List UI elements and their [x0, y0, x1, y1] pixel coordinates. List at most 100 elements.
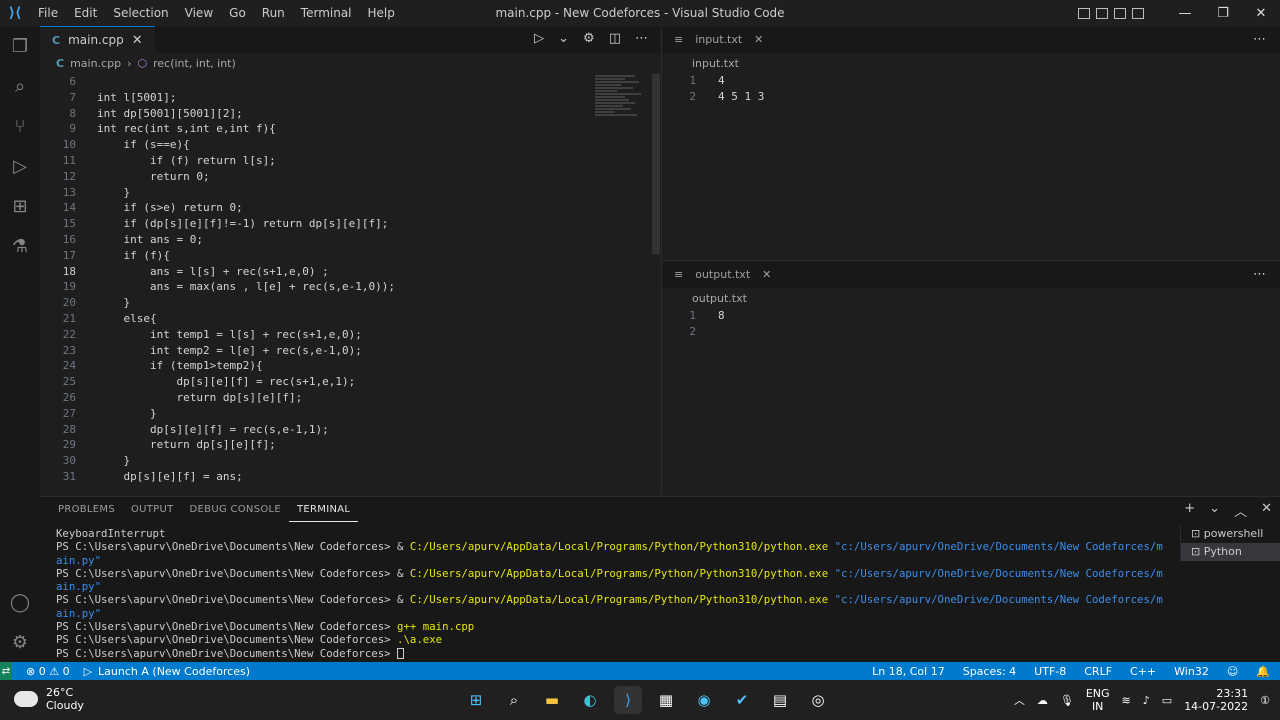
terminal-command: g++ main.cpp	[397, 620, 475, 634]
terminal-dropdown-icon[interactable]: ⌄	[1209, 501, 1220, 520]
input-language[interactable]: ENG IN	[1086, 687, 1110, 713]
close-window-icon[interactable]: ✕	[1242, 6, 1280, 21]
more-actions-icon[interactable]: ⋯	[1253, 32, 1266, 47]
breadcrumb-symbol[interactable]: rec(int, int, int)	[153, 57, 236, 70]
breadcrumb-file[interactable]: input.txt	[692, 57, 739, 70]
breadcrumb-file[interactable]: output.txt	[692, 292, 747, 305]
cursor-position[interactable]: Ln 18, Col 17	[872, 665, 945, 678]
windows-start-icon[interactable]: ⊞	[462, 686, 490, 714]
manage-gear-icon[interactable]: ⚙	[0, 622, 40, 662]
chrome-icon[interactable]: ◉	[690, 686, 718, 714]
close-panel-icon[interactable]: ✕	[1261, 501, 1272, 520]
notepad-icon[interactable]: ▤	[766, 686, 794, 714]
code-editor[interactable]: 6 7 int l[5001]; 8 int dp[5001][5001][2]; 9 in…	[40, 74, 596, 494]
end-of-line[interactable]: CRLF	[1084, 665, 1112, 678]
clock[interactable]: 23:31 14-07-2022	[1184, 687, 1248, 713]
terminal-output[interactable]: KeyboardInterrupt PS C:\Users\apurv\OneD…	[56, 527, 1166, 659]
menu-file[interactable]: File	[30, 6, 66, 20]
settings-gear-icon[interactable]: ⚙	[583, 31, 595, 46]
run-debug-icon[interactable]: ▷	[0, 146, 40, 186]
encoding[interactable]: UTF-8	[1034, 665, 1066, 678]
code-line: 28 dp[s][e][f] = rec(s,e-1,1);	[40, 422, 596, 438]
input-text-area[interactable]: 1424 5 1 3	[662, 73, 1280, 105]
search-icon[interactable]: ⌕	[0, 66, 40, 106]
split-editor-icon[interactable]: ◫	[609, 31, 621, 46]
indentation[interactable]: Spaces: 4	[963, 665, 1016, 678]
wifi-icon[interactable]: ≋	[1122, 694, 1131, 707]
obs-icon[interactable]: ◎	[804, 686, 832, 714]
tab-problems[interactable]: PROBLEMS	[50, 497, 123, 522]
battery-icon[interactable]: ▭	[1162, 694, 1172, 707]
breadcrumb-file[interactable]: main.cpp	[70, 57, 121, 70]
weather-widget[interactable]: 26°C Cloudy	[14, 686, 84, 712]
run-dropdown-icon[interactable]: ⌄	[558, 31, 569, 46]
search-icon[interactable]: ⌕	[500, 686, 528, 714]
remote-indicator-icon[interactable]: ⇄	[0, 662, 12, 680]
terminal-line: KeyboardInterrupt	[56, 527, 166, 540]
terminal-item-powershell[interactable]: ⊡ powershell	[1181, 525, 1280, 543]
vscode-taskbar-icon[interactable]: ⟩	[614, 686, 642, 714]
minimap[interactable]	[595, 74, 645, 154]
microphone-icon[interactable]: 🎙	[1060, 694, 1074, 707]
tab-terminal[interactable]: TERMINAL	[289, 497, 359, 522]
file-explorer-icon[interactable]: ▬	[538, 686, 566, 714]
line-number: 12	[62, 169, 76, 183]
code-line: 13 }	[40, 185, 596, 201]
platform[interactable]: Win32	[1174, 665, 1209, 678]
maximize-panel-icon[interactable]: ︿	[1234, 501, 1247, 520]
menu-run[interactable]: Run	[254, 6, 293, 20]
close-tab-icon[interactable]: ✕	[754, 33, 763, 46]
calculator-icon[interactable]: ▦	[652, 686, 680, 714]
terminal-arg: ain.py"	[56, 553, 102, 567]
output-text-area[interactable]: 182	[662, 308, 1280, 340]
line-text: ans = l[s] + rec(s+1,e,0) ;	[97, 264, 329, 278]
extensions-icon[interactable]: ⊞	[0, 186, 40, 226]
account-icon[interactable]: ◯	[0, 582, 40, 622]
run-code-icon[interactable]: ▷	[534, 31, 544, 46]
toggle-sidebar-icon[interactable]	[1078, 7, 1090, 19]
toggle-secondary-sidebar-icon[interactable]	[1114, 7, 1126, 19]
testing-icon[interactable]: ⚗	[0, 226, 40, 266]
terminal-icon: ⊡	[1191, 545, 1201, 558]
edge-browser-icon[interactable]: ◐	[576, 686, 604, 714]
line-number: 24	[62, 359, 76, 373]
menu-edit[interactable]: Edit	[66, 6, 105, 20]
customize-layout-icon[interactable]	[1132, 7, 1144, 19]
tab-main-cpp[interactable]: C main.cpp ✕	[40, 26, 155, 53]
tab-input-txt[interactable]: ≡ input.txt ✕	[662, 26, 775, 53]
todo-icon[interactable]: ✔	[728, 686, 756, 714]
onedrive-cloud-icon[interactable]: ☁	[1037, 694, 1048, 707]
menu-selection[interactable]: Selection	[105, 6, 176, 20]
source-control-icon[interactable]: ⑂	[0, 106, 40, 146]
explorer-icon[interactable]: ❐	[0, 26, 40, 66]
tab-output-txt[interactable]: ≡ output.txt ✕	[662, 261, 783, 288]
feedback-icon[interactable]: ☺	[1227, 665, 1238, 678]
code-line: 19 ans = max(ans , l[e] + rec(s,e-1,0));	[40, 279, 596, 295]
breadcrumb: input.txt	[662, 53, 1280, 73]
notification-badge-icon[interactable]: ①	[1260, 694, 1270, 707]
temperature: 26°C	[46, 686, 74, 699]
menu-help[interactable]: Help	[360, 6, 403, 20]
more-actions-icon[interactable]: ⋯	[1253, 267, 1266, 282]
menu-view[interactable]: View	[177, 6, 221, 20]
more-actions-icon[interactable]: ⋯	[635, 31, 648, 46]
chevron-up-icon[interactable]: ︿	[1014, 692, 1025, 708]
menu-terminal[interactable]: Terminal	[293, 6, 360, 20]
language-mode[interactable]: C++	[1130, 665, 1156, 678]
tab-output[interactable]: OUTPUT	[123, 497, 182, 522]
menu-go[interactable]: Go	[221, 6, 254, 20]
problems-status[interactable]: ⊗ 0 ⚠ 0	[26, 665, 70, 678]
minimize-icon[interactable]: —	[1166, 6, 1204, 21]
volume-icon[interactable]: ♪	[1143, 694, 1150, 707]
close-tab-icon[interactable]: ✕	[762, 268, 771, 281]
editor-scrollbar[interactable]	[652, 74, 660, 254]
launch-config[interactable]: Launch A (New Codeforces)	[98, 665, 250, 678]
notifications-bell-icon[interactable]: 🔔	[1256, 665, 1270, 678]
code-line: 27 }	[40, 406, 596, 422]
close-tab-icon[interactable]: ✕	[132, 33, 143, 48]
restore-icon[interactable]: ❐	[1204, 6, 1242, 21]
new-terminal-icon[interactable]: +	[1184, 501, 1195, 520]
tab-debug-console[interactable]: DEBUG CONSOLE	[182, 497, 289, 522]
terminal-item-python[interactable]: ⊡ Python	[1181, 543, 1280, 561]
toggle-panel-icon[interactable]	[1096, 7, 1108, 19]
